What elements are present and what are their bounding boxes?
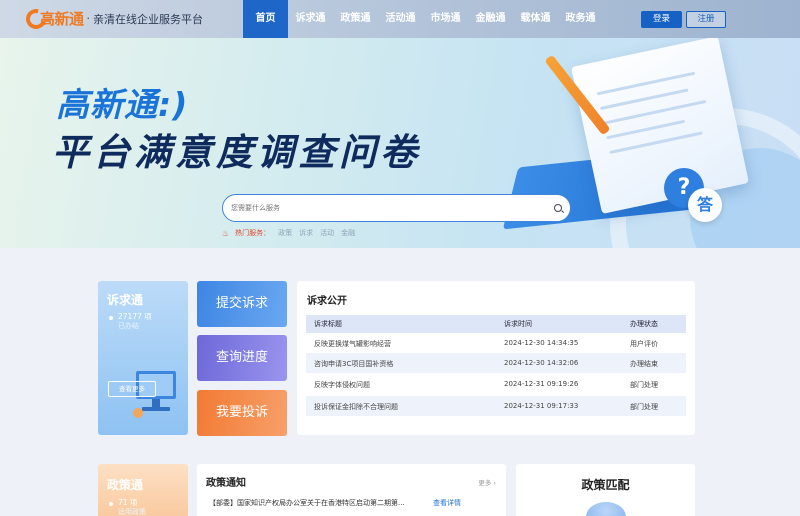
- column-header: 诉求时间: [504, 320, 532, 328]
- appeal-public-panel: 诉求公开 诉求标题 诉求时间 办理状态 反映更换煤气罐影响经营 2024-12-…: [297, 281, 695, 435]
- panel-title: 政策通知: [206, 478, 246, 489]
- row-status: 办理结束: [630, 360, 658, 368]
- nav-appeal[interactable]: 诉求通: [288, 0, 333, 38]
- more-link[interactable]: 更多 ›: [478, 477, 496, 487]
- column-header: 诉求标题: [314, 320, 342, 328]
- bullet-icon: [109, 502, 113, 506]
- nav-activity[interactable]: 活动通: [378, 0, 423, 38]
- nav-carrier[interactable]: 载体通: [513, 0, 558, 38]
- banner-subtitle: 平台满意度调查问卷: [52, 131, 421, 174]
- submit-appeal-button[interactable]: 提交诉求: [197, 281, 287, 327]
- query-progress-button[interactable]: 查询进度: [197, 335, 287, 381]
- flame-icon: ♨: [222, 228, 230, 238]
- site-slogan: 亲清在线企业服务平台: [93, 12, 204, 26]
- hot-tag[interactable]: 金融: [341, 228, 355, 238]
- register-button[interactable]: 注册: [686, 11, 726, 28]
- view-detail-link[interactable]: 查看详情: [433, 498, 461, 508]
- bullet-icon: [109, 316, 113, 320]
- hot-tag[interactable]: 诉求: [299, 228, 313, 238]
- banner-title: 高新通:): [56, 85, 189, 124]
- row-status: 部门处理: [630, 381, 658, 389]
- match-illustration-icon: [586, 502, 626, 516]
- nav-home[interactable]: 首页: [243, 0, 288, 38]
- nav-market[interactable]: 市场通: [423, 0, 468, 38]
- policy-match-panel[interactable]: 政策匹配: [516, 464, 695, 516]
- search-input[interactable]: [231, 201, 531, 215]
- more-label: 更多: [478, 479, 492, 487]
- panel-title: 政策匹配: [581, 478, 630, 492]
- answer-bubble-icon: 答: [688, 188, 722, 222]
- policy-card-title: 政策通: [107, 478, 144, 492]
- row-time: 2024-12-31 09:17:33: [504, 402, 579, 410]
- policy-card[interactable]: 政策通 71 项 适用政策: [98, 464, 188, 516]
- row-time: 2024-12-31 09:19:26: [504, 380, 579, 388]
- row-time: 2024-12-30 14:32:06: [504, 359, 579, 367]
- row-title: 咨询申请3C项目国补资格: [314, 360, 394, 368]
- site-logo[interactable]: 高新通 · 亲清在线企业服务平台: [22, 4, 204, 33]
- nav-finance[interactable]: 金融通: [468, 0, 513, 38]
- column-header: 办理状态: [630, 320, 658, 328]
- complaint-button[interactable]: 我要投诉: [197, 390, 287, 436]
- hot-services: ♨ 热门服务： 政策 诉求 活动 金融: [222, 228, 362, 238]
- row-time: 2024-12-30 14:34:35: [504, 339, 579, 347]
- table-row[interactable]: 反映字体侵权问题 2024-12-31 09:19:26 部门处理: [306, 374, 686, 394]
- notice-item[interactable]: 【部委】国家知识产权局办公室关于在香港特区启动第二期第...: [209, 498, 405, 508]
- policy-notice-panel: 政策通知 更多 › 【部委】国家知识产权局办公室关于在香港特区启动第二期第...…: [197, 464, 506, 516]
- policy-count-label: 适用政策: [118, 508, 146, 516]
- logo-separator: ·: [86, 12, 91, 25]
- top-header: 高新通 · 亲清在线企业服务平台 首页 诉求通 政策通 活动通 市场通 金融通 …: [0, 0, 800, 38]
- row-status: 部门处理: [630, 403, 658, 411]
- hot-tag[interactable]: 政策: [278, 228, 292, 238]
- search-bar: [222, 194, 571, 222]
- row-title: 反映更换煤气罐影响经营: [314, 340, 391, 348]
- nav-policy[interactable]: 政策通: [333, 0, 378, 38]
- panel-title: 诉求公开: [307, 296, 347, 307]
- appeal-count-label: 已办结: [118, 322, 139, 330]
- chevron-right-icon: ›: [493, 479, 496, 487]
- hot-services-label: 热门服务：: [235, 229, 271, 237]
- appeal-more-button[interactable]: 查看更多: [108, 381, 156, 397]
- search-icon[interactable]: [554, 204, 562, 212]
- row-title: 投诉保证金扣除不合理问题: [314, 403, 398, 411]
- login-button[interactable]: 登录: [641, 11, 682, 28]
- table-header: 诉求标题 诉求时间 办理状态: [306, 315, 686, 333]
- logo-text: 高新通: [40, 10, 84, 28]
- row-title: 反映字体侵权问题: [314, 381, 370, 389]
- main-nav: 首页 诉求通 政策通 活动通 市场通 金融通 载体通 政务通: [243, 0, 603, 38]
- table-row[interactable]: 反映更换煤气罐影响经营 2024-12-30 14:34:35 用户评价: [306, 333, 686, 353]
- hero-banner[interactable]: ? 答 高新通:) 平台满意度调查问卷 ♨ 热门服务： 政策 诉求 活动 金融: [0, 38, 800, 248]
- hot-tag[interactable]: 活动: [320, 228, 334, 238]
- appeal-card-title: 诉求通: [107, 293, 144, 307]
- nav-government[interactable]: 政务通: [558, 0, 603, 38]
- row-status: 用户评价: [630, 340, 658, 348]
- table-row[interactable]: 投诉保证金扣除不合理问题 2024-12-31 09:17:33 部门处理: [306, 396, 686, 416]
- table-row[interactable]: 咨询申请3C项目国补资格 2024-12-30 14:32:06 办理结束: [306, 353, 686, 373]
- appeal-card[interactable]: 诉求通 27177 项 已办结 查看更多: [98, 281, 188, 435]
